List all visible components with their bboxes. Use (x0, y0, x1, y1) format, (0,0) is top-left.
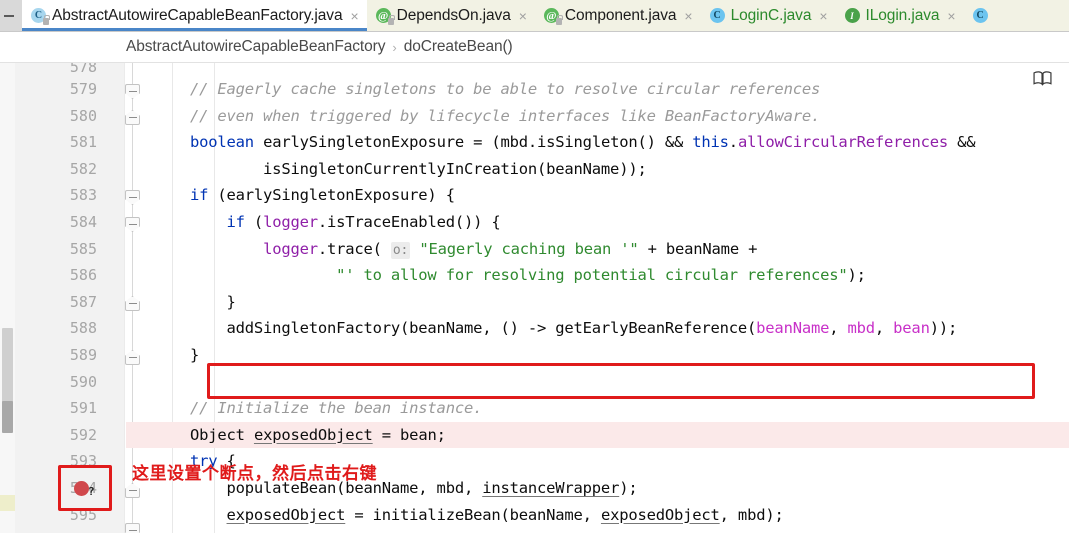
tab-close-icon[interactable]: × (946, 9, 956, 23)
line-number: 578 (69, 63, 97, 76)
breadcrumb: AbstractAutowireCapableBeanFactory › doC… (0, 32, 1069, 63)
code-line-588: addSingletonFactory(beanName, () -> getE… (190, 319, 958, 338)
lock-icon (43, 15, 50, 25)
line-number: 583 (69, 186, 97, 205)
line-number: 584 (69, 212, 97, 231)
code-line-587: } (190, 292, 236, 311)
chinese-annotation-text: 这里设置个断点，然后点击右键 (132, 464, 377, 484)
editor-tab-overflow[interactable]: C (963, 0, 995, 31)
tab-label: ILogin.java (865, 6, 940, 24)
code-editor: 578 579 580 581 582 583 584 585 586 587 … (0, 63, 1069, 533)
editor-tab-dependson[interactable]: @ DependsOn.java × (366, 0, 535, 31)
code-line-592: Object exposedObject = bean; (126, 421, 1069, 449)
scrollbar-thumb-active[interactable] (2, 401, 13, 433)
book-icon[interactable] (1033, 71, 1052, 86)
java-class-icon: C (972, 8, 988, 23)
line-number: 580 (69, 106, 97, 125)
java-class-icon: C (31, 8, 50, 25)
tab-label: DependsOn.java (396, 6, 511, 24)
editor-tab-bar: C AbstractAutowireCapableBeanFactory.jav… (0, 0, 1069, 32)
code-line-580: // even when triggered by lifecycle inte… (126, 103, 1069, 130)
line-number: 590 (69, 372, 97, 391)
java-annotation-icon: @ (543, 8, 563, 25)
breakpoint-icon[interactable] (74, 481, 89, 496)
java-interface-icon: I (844, 8, 860, 23)
code-line-584: if (logger.isTraceEnabled()) { (226, 212, 501, 231)
code-line-582: isSingletonCurrentlyInCreation(beanName)… (190, 159, 647, 178)
ide-window: C AbstractAutowireCapableBeanFactory.jav… (0, 0, 1069, 533)
code-line-586: "' to allow for resolving potential circ… (336, 266, 866, 285)
editor-tab-loginc[interactable]: C LoginC.java × (700, 0, 836, 31)
code-line-589: } (190, 345, 200, 364)
code-line-596: } (126, 528, 1069, 533)
breakpoint-question-marker: ? (88, 485, 95, 498)
line-number: 582 (69, 159, 97, 178)
tab-scroll-left-button[interactable] (0, 0, 22, 31)
line-number: 581 (69, 133, 97, 152)
line-number: 596 (15, 528, 107, 533)
lock-icon (555, 15, 563, 25)
code-line-581: boolean earlySingletonExposure = (mbd.is… (190, 133, 976, 152)
tab-close-icon[interactable]: × (818, 9, 828, 23)
breadcrumb-class[interactable]: AbstractAutowireCapableBeanFactory (126, 38, 385, 56)
line-number-column: 578 579 580 581 582 583 584 585 586 587 … (15, 63, 107, 533)
breakpoint-highlight-box: ? (58, 465, 112, 511)
line-number: 589 (69, 345, 97, 364)
code-line-579: // Eagerly cache singletons to be able t… (126, 76, 1069, 103)
editor-tab-ilogin[interactable]: I ILogin.java × (835, 0, 964, 31)
line-number: 586 (69, 266, 97, 285)
tab-label: AbstractAutowireCapableBeanFactory.java (52, 6, 343, 24)
editor-tab-abstractautowirecapablebeanfactory[interactable]: C AbstractAutowireCapableBeanFactory.jav… (22, 0, 367, 31)
editor-vertical-scrollbar[interactable] (0, 63, 15, 533)
breadcrumb-method[interactable]: doCreateBean() (404, 38, 513, 56)
tab-close-icon[interactable]: × (349, 9, 359, 23)
scrollbar-marker (0, 495, 15, 511)
java-class-icon: C (709, 8, 725, 23)
editor-gutter[interactable]: 578 579 580 581 582 583 584 585 586 587 … (15, 63, 140, 533)
java-annotation-icon: @ (375, 8, 395, 25)
code-comment: // Eagerly cache singletons to be able t… (190, 80, 821, 98)
line-number: 587 (69, 292, 97, 311)
line-number-breakpoint: 592 (69, 425, 97, 444)
tab-label: Component.java (564, 6, 677, 24)
tab-close-icon[interactable]: × (683, 9, 693, 23)
line-number: 579 (69, 80, 97, 98)
code-line-591: // Initialize the bean instance. (126, 395, 1069, 422)
code-line-583: if (earlySingletonExposure) { (190, 186, 455, 205)
breadcrumb-separator-icon: › (392, 39, 397, 55)
parameter-hint: o: (390, 241, 411, 259)
tab-close-icon[interactable]: × (518, 9, 528, 23)
code-comment: // Initialize the bean instance. (190, 399, 483, 418)
code-line-595: exposedObject = initializeBean(beanName,… (226, 505, 784, 524)
lock-icon (387, 15, 395, 25)
editor-tab-component[interactable]: @ Component.java × (534, 0, 701, 31)
tab-label: LoginC.java (730, 6, 812, 24)
line-number: 588 (69, 319, 97, 338)
line-number: 585 (69, 239, 97, 258)
line-number: 591 (69, 399, 97, 418)
code-line-585: logger.trace( o: "Eagerly caching bean '… (263, 239, 758, 259)
code-comment: // even when triggered by lifecycle inte… (190, 106, 821, 125)
